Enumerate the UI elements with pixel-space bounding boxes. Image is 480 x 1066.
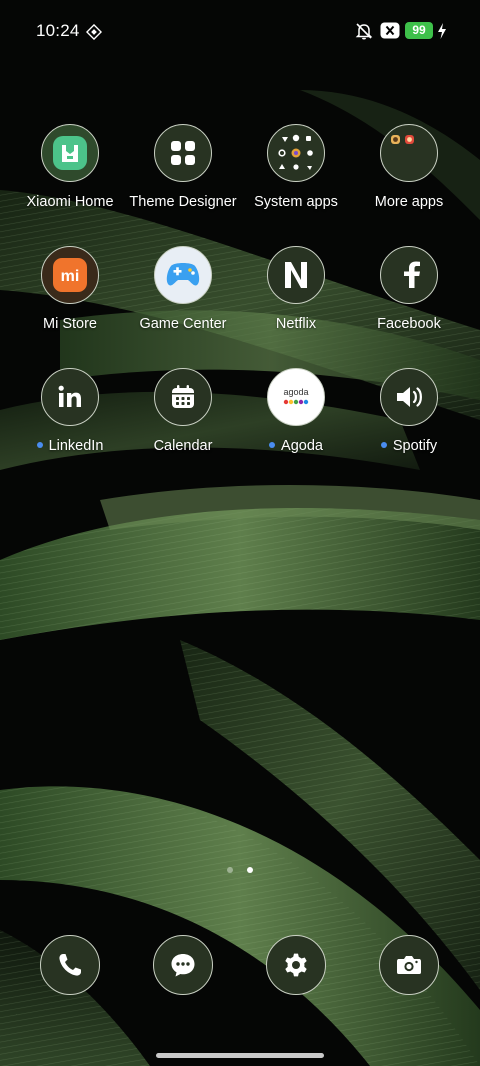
home-screen: 10:24 99 Xiaomi Home Theme Designer Syst…	[0, 0, 480, 1066]
app-facebook[interactable]: Facebook	[349, 246, 469, 332]
app-label: More apps	[374, 194, 444, 210]
dock-camera[interactable]	[379, 935, 439, 995]
status-time: 10:24	[36, 21, 80, 40]
folder-more-apps[interactable]: More apps	[349, 124, 469, 210]
app-spotify[interactable]: Spotify	[349, 368, 469, 454]
status-bar: 10:24 99	[0, 0, 480, 62]
app-mi-store[interactable]: mi Mi Store	[10, 246, 130, 332]
agoda-icon: agoda	[267, 368, 325, 426]
folder-icon	[267, 124, 325, 182]
app-label: Calendar	[153, 438, 213, 454]
app-label-with-new-dot: Spotify	[349, 438, 469, 454]
linkedin-icon	[41, 368, 99, 426]
dock-settings[interactable]	[266, 935, 326, 995]
charging-bolt-icon	[438, 23, 446, 39]
calendar-icon	[154, 368, 212, 426]
battery-indicator: 99	[405, 22, 433, 39]
gesture-navigation-bar[interactable]	[156, 1053, 324, 1058]
app-label: Facebook	[377, 316, 441, 332]
gamepad-icon	[154, 246, 212, 304]
dock-messages[interactable]	[153, 935, 213, 995]
dock-phone[interactable]	[40, 935, 100, 995]
page-dot-active[interactable]	[247, 867, 253, 873]
app-netflix[interactable]: Netflix	[236, 246, 356, 332]
new-install-dot	[380, 442, 387, 449]
gear-icon	[266, 935, 326, 995]
app-label: Spotify	[392, 438, 438, 454]
agoda-logo-text: agoda	[283, 387, 308, 397]
app-label: Netflix	[275, 316, 317, 332]
camera-icon	[379, 935, 439, 995]
app-label: Theme Designer	[129, 194, 237, 210]
app-game-center[interactable]: Game Center	[123, 246, 243, 332]
page-indicator[interactable]	[0, 867, 480, 875]
grid-four-icon	[154, 124, 212, 182]
mi-logo-text: mi	[61, 268, 80, 285]
app-label: System apps	[254, 194, 338, 210]
app-label: Game Center	[139, 316, 227, 332]
app-theme-designer[interactable]: Theme Designer	[123, 124, 243, 210]
new-install-dot	[269, 442, 276, 449]
speaker-icon	[380, 368, 438, 426]
app-linkedin[interactable]: LinkedIn	[10, 368, 130, 454]
location-diamond-icon	[86, 24, 102, 40]
app-xiaomi-home[interactable]: Xiaomi Home	[10, 124, 130, 210]
folder-icon	[380, 124, 438, 182]
app-label: Xiaomi Home	[26, 194, 114, 210]
phone-icon	[40, 935, 100, 995]
folder-system-apps[interactable]: System apps	[236, 124, 356, 210]
app-label: Mi Store	[43, 316, 97, 332]
chat-bubble-icon	[153, 935, 213, 995]
netflix-n-icon	[267, 246, 325, 304]
mute-icon	[355, 23, 373, 40]
app-label: LinkedIn	[48, 438, 104, 454]
app-agoda[interactable]: agoda Agoda	[236, 368, 356, 454]
close-box-icon	[380, 22, 400, 39]
mi-store-icon: mi	[41, 246, 99, 304]
facebook-f-icon	[380, 246, 438, 304]
app-label: Agoda	[281, 438, 323, 454]
app-label-with-new-dot: Agoda	[236, 438, 356, 454]
new-install-dot	[36, 442, 43, 449]
app-label-with-new-dot: LinkedIn	[10, 438, 130, 454]
page-dot[interactable]	[227, 867, 233, 873]
app-calendar[interactable]: Calendar	[123, 368, 243, 454]
xiaomi-home-icon	[41, 124, 99, 182]
